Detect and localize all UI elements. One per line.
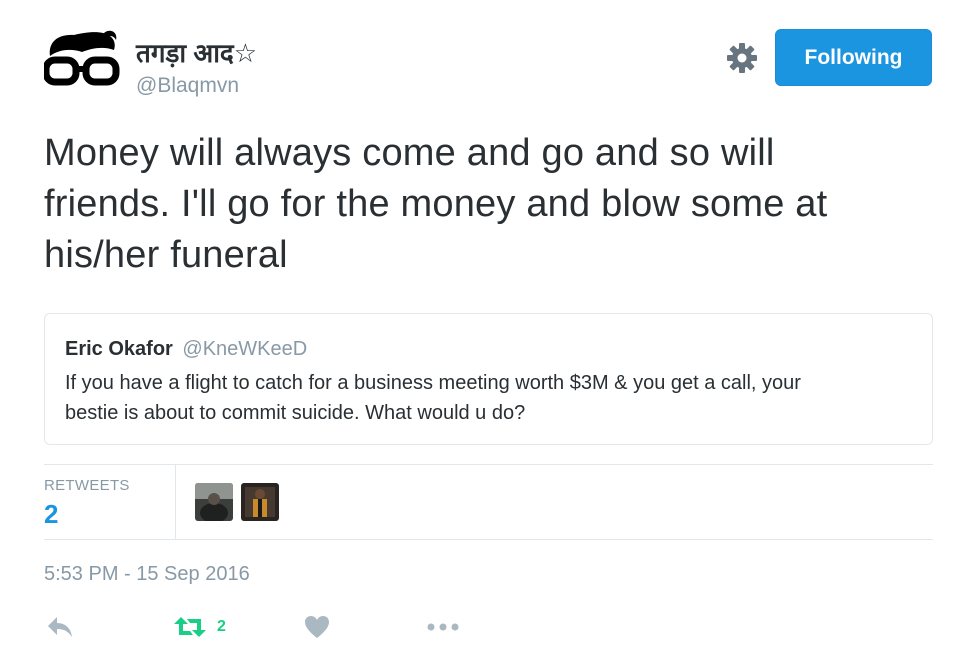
tweet-text: Money will always come and go and so wil… <box>44 128 944 281</box>
quoted-tweet-author-handle: @KneWKeeD <box>182 338 308 360</box>
like-button[interactable] <box>304 614 330 640</box>
user-handle[interactable]: @Blaqmvn <box>136 74 239 98</box>
quoted-tweet-text-line: If you have a flight to catch for a busi… <box>65 372 801 394</box>
retweeter-avatar[interactable] <box>195 483 233 521</box>
quoted-tweet-header: Eric Okafor @KneWKeeD <box>65 338 307 361</box>
reply-icon <box>48 617 72 637</box>
divider <box>44 539 933 540</box>
more-dots-icon <box>427 623 459 631</box>
user-avatar[interactable] <box>42 30 120 92</box>
retweet-action-count: 2 <box>217 618 226 635</box>
reply-button[interactable] <box>46 614 74 640</box>
tweet-text-line: his/her funeral <box>44 234 288 276</box>
user-display-name[interactable]: तगड़ा आद☆ <box>136 34 257 70</box>
tweet-timestamp[interactable]: 5:53 PM - 15 Sep 2016 <box>44 563 250 586</box>
heart-icon <box>305 616 329 638</box>
retweet-button[interactable]: 2 <box>173 614 226 640</box>
retweets-count[interactable]: 2 <box>44 499 58 530</box>
following-button[interactable]: Following <box>775 29 932 86</box>
gear-icon[interactable] <box>726 42 758 74</box>
quoted-tweet-author-name: Eric Okafor <box>65 338 173 360</box>
quoted-tweet-text-line: bestie is about to commit suicide. What … <box>65 402 526 424</box>
retweeter-avatar[interactable] <box>241 483 279 521</box>
quoted-tweet[interactable]: Eric Okafor @KneWKeeD If you have a flig… <box>44 313 933 445</box>
retweet-icon <box>174 617 206 637</box>
quoted-tweet-text: If you have a flight to catch for a busi… <box>65 368 915 428</box>
more-button[interactable] <box>427 614 459 640</box>
divider <box>44 464 933 465</box>
tweet-text-line: friends. I'll go for the money and blow … <box>44 183 828 225</box>
glasses-hair-avatar-icon <box>42 30 120 86</box>
retweets-label[interactable]: RETWEETS <box>44 477 130 494</box>
stats-separator <box>175 465 176 539</box>
tweet-text-line: Money will always come and go and so wil… <box>44 132 775 174</box>
tweet-card: तगड़ा आद☆ @Blaqmvn Following Money will … <box>0 0 977 659</box>
